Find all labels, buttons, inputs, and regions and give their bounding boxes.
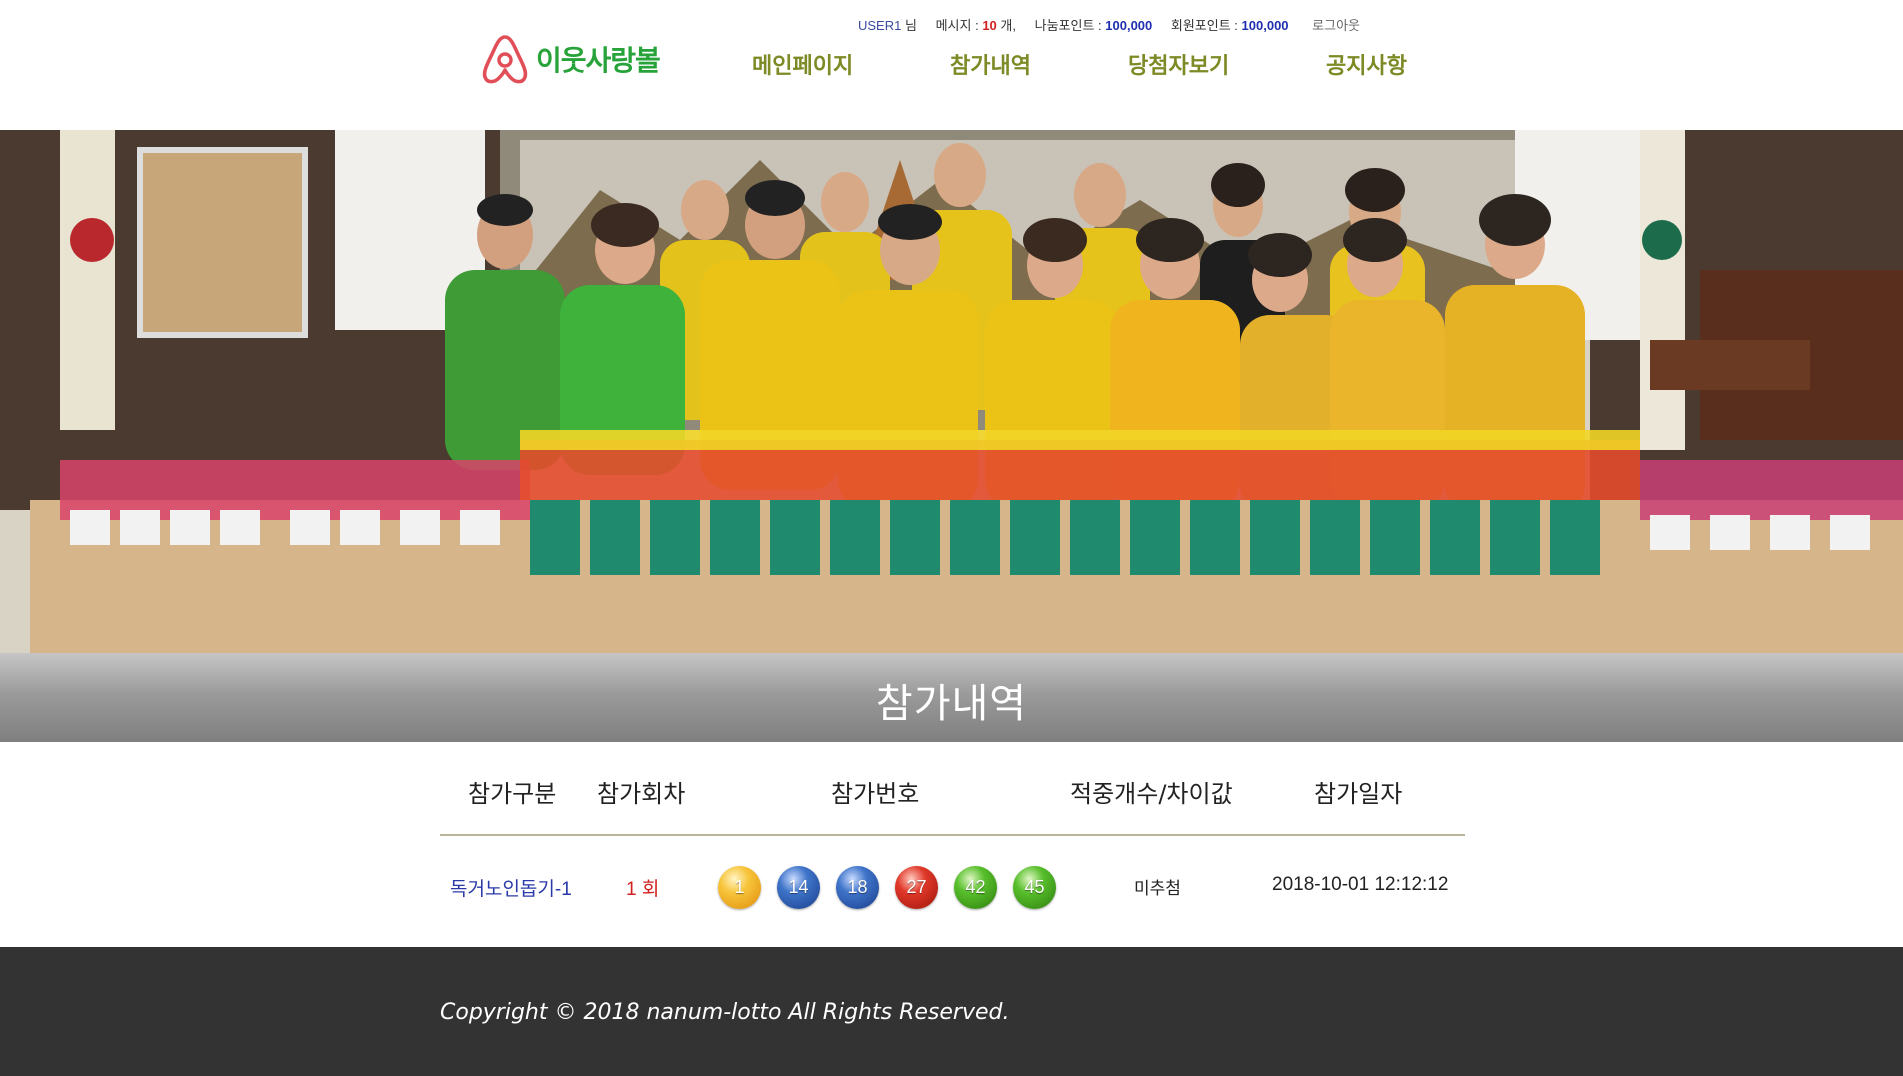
table-row: 독거노인돕기-1 1 회 1 14 18 27 42 45 미추첨 2018-1…	[440, 862, 1465, 912]
lotto-ball: 18	[836, 866, 879, 909]
lotto-ball: 1	[718, 866, 761, 909]
message-count[interactable]: 10	[982, 18, 996, 33]
site-logo[interactable]: 이웃사랑볼	[480, 33, 661, 85]
lotto-ball: 14	[777, 866, 820, 909]
page-title: 참가내역	[875, 681, 1028, 727]
message-label: 메시지 :	[935, 18, 979, 33]
lotto-ball: 27	[895, 866, 938, 909]
header-match: 적중개수/차이값	[1070, 780, 1233, 808]
nav-winners[interactable]: 당첨자보기	[1128, 48, 1229, 80]
lotto-ball: 45	[1013, 866, 1056, 909]
history-table-header: 참가구분 참가회차 참가번호 적중개수/차이값 참가일자	[440, 768, 1465, 836]
nav-notices[interactable]: 공지사항	[1326, 48, 1407, 80]
header-date: 참가일자	[1314, 780, 1403, 808]
header-category: 참가구분	[468, 780, 557, 808]
row-round: 1 회	[626, 879, 660, 900]
lotto-ball: 42	[954, 866, 997, 909]
share-points-value: 100,000	[1105, 18, 1153, 33]
share-points-label: 나눔포인트 :	[1034, 18, 1102, 33]
hero-group-photo	[0, 130, 1903, 653]
group-photo-image	[0, 130, 1903, 653]
page-title-band: 참가내역	[0, 653, 1903, 742]
site-footer: Copyright © 2018 nanum-lotto All Rights …	[0, 947, 1903, 1076]
username-honorific: 님	[904, 18, 917, 33]
member-points-value: 100,000	[1241, 18, 1289, 33]
row-date: 2018-10-01 12:12:12	[1272, 874, 1449, 895]
site-header: USER1 님 메시지 : 10 개, 나눔포인트 : 100,000 회원포인…	[0, 0, 1903, 130]
copyright-text: Copyright © 2018 nanum-lotto All Rights …	[440, 1000, 1010, 1025]
site-name: 이웃사랑볼	[536, 45, 661, 76]
header-numbers: 참가번호	[831, 780, 920, 808]
row-category-link[interactable]: 독거노인돕기-1	[450, 874, 572, 901]
nav-main-page[interactable]: 메인페이지	[752, 48, 853, 80]
row-result: 미추첨	[1134, 879, 1181, 898]
header-round: 참가회차	[597, 780, 686, 808]
nav-participation-history[interactable]: 참가내역	[950, 48, 1031, 80]
username: USER1	[858, 18, 902, 33]
message-unit: 개,	[1000, 18, 1016, 33]
member-points-label: 회원포인트 :	[1170, 18, 1238, 33]
airbnb-style-logo-icon	[482, 35, 528, 84]
logout-link[interactable]: 로그아웃	[1312, 15, 1360, 34]
user-info-bar: USER1 님 메시지 : 10 개, 나눔포인트 : 100,000 회원포인…	[858, 15, 1360, 34]
